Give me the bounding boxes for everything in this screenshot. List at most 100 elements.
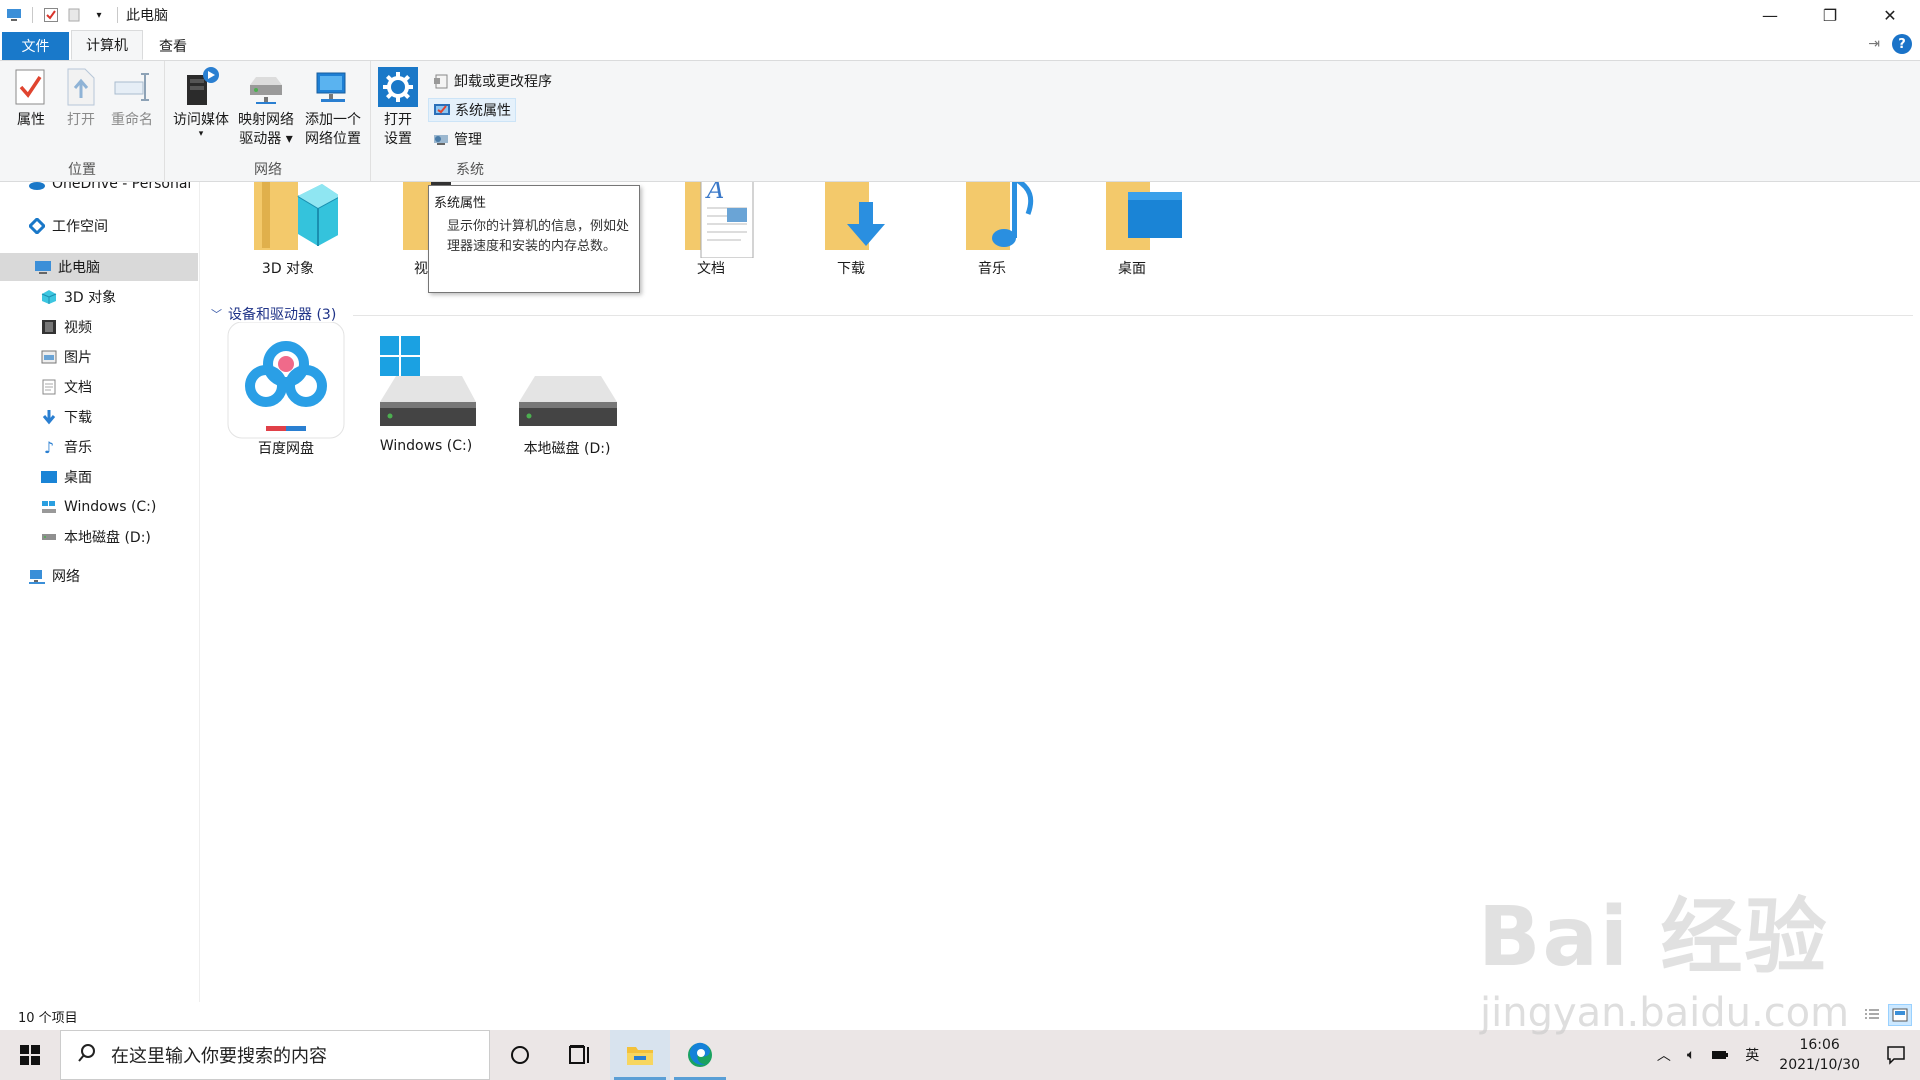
add-location-label-2: 网络位置 [305, 131, 361, 147]
title-bar: ▾ 此电脑 — ❐ ✕ [0, 0, 1920, 30]
folder-tile[interactable]: 音乐 [927, 182, 1057, 278]
3d-objects-icon [40, 288, 58, 306]
edge-icon [688, 1042, 712, 1067]
device-tile[interactable]: 本地磁盘 (D:) [502, 334, 632, 458]
open-settings-button[interactable]: 打开 设置 [378, 67, 418, 149]
details-view-icon[interactable] [1860, 1004, 1884, 1026]
downloads-folder-icon [786, 182, 916, 258]
sidebar-item-drive-d[interactable]: 本地磁盘 (D:) [0, 523, 198, 551]
folder-tile[interactable]: 3D 对象 [223, 182, 353, 278]
settings-gear-icon [378, 67, 418, 107]
sidebar-item-pictures[interactable]: 图片 [0, 343, 198, 371]
windows-drive-icon [361, 334, 491, 430]
folder-label: 下载 [837, 261, 865, 277]
map-drive-label-2: 驱动器 ▾ [239, 131, 293, 147]
access-media-chevron-icon: ▾ [198, 129, 204, 139]
folder-label: 3D 对象 [261, 261, 315, 277]
taskbar-search-input[interactable]: 在这里输入你要搜索的内容 [60, 1030, 490, 1080]
devices-section-header[interactable]: ﹀ 设备和驱动器 (3) [211, 304, 336, 324]
onedrive-icon [28, 182, 46, 193]
help-icon[interactable]: ? [1892, 34, 1912, 54]
sidebar-item-network[interactable]: 网络 [0, 562, 198, 590]
add-location-label-1: 添加一个 [305, 112, 361, 128]
minimize-button[interactable]: — [1740, 0, 1800, 30]
sidebar-item-label: 桌面 [64, 470, 92, 486]
volume-icon[interactable]: 🔈︎ [1679, 1047, 1703, 1063]
new-folder-qat-icon[interactable] [65, 5, 85, 25]
sidebar-item-documents[interactable]: 文档 [0, 373, 198, 401]
search-icon [77, 1043, 97, 1068]
svg-text:A: A [705, 182, 724, 204]
this-pc-app-icon[interactable] [4, 5, 24, 25]
system-properties-button[interactable]: 系统属性 [428, 98, 516, 122]
ribbon-group-network: 访问媒体 ▾ 映射网络 驱动器 ▾ 添加一个 网络位置 网络 [166, 61, 371, 181]
map-network-drive-button[interactable]: 映射网络 驱动器 ▾ [234, 67, 298, 149]
open-icon [61, 67, 101, 107]
tab-file[interactable]: 文件 [2, 32, 69, 60]
edge-taskbar-button[interactable] [670, 1030, 730, 1080]
device-tile[interactable]: Windows (C:) [361, 334, 491, 454]
open-settings-label-1: 打开 [384, 112, 412, 128]
large-icons-view-icon[interactable] [1888, 1004, 1912, 1026]
sidebar-item-label: 图片 [64, 350, 92, 366]
system-properties-tooltip: 系统属性 显示你的计算机的信息，例如处理器速度和安装的内存总数。 [428, 185, 640, 293]
clock-time: 16:06 [1799, 1037, 1840, 1053]
manage-button[interactable]: 管理 [428, 127, 486, 151]
documents-folder-icon: A [646, 182, 776, 258]
add-network-location-button[interactable]: 添加一个 网络位置 [300, 67, 366, 149]
map-drive-label-1: 映射网络 [238, 112, 294, 128]
tab-view[interactable]: 查看 [145, 32, 201, 60]
desktop-icon [40, 468, 58, 486]
sidebar-item-label: 音乐 [64, 440, 92, 456]
divider [353, 315, 1913, 316]
close-button[interactable]: ✕ [1860, 0, 1920, 30]
folder-tile[interactable]: A 文档 [646, 182, 776, 278]
access-media-button[interactable]: 访问媒体 ▾ [170, 67, 232, 139]
device-label: Windows (C:) [379, 438, 473, 454]
baidu-netdisk-icon [221, 322, 351, 439]
sidebar-item-label: OneDrive - Personal [52, 182, 192, 192]
sidebar-item-label: Windows (C:) [64, 499, 157, 515]
chevron-down-icon: ﹀ [211, 308, 222, 321]
sidebar-item-workspace[interactable]: 工作空间 [0, 212, 198, 240]
rename-button[interactable]: 重命名 [106, 67, 158, 130]
properties-button[interactable]: 属性 [8, 67, 54, 130]
rename-label: 重命名 [111, 112, 153, 128]
file-explorer-taskbar-button[interactable] [610, 1030, 670, 1080]
notification-center-icon[interactable] [1872, 1045, 1920, 1065]
pin-ribbon-icon[interactable]: ⇥ [1868, 36, 1880, 52]
cortana-button[interactable] [490, 1030, 550, 1080]
open-button[interactable]: 打开 [60, 67, 102, 130]
properties-qat-icon[interactable] [41, 5, 61, 25]
folder-tile[interactable]: 下载 [786, 182, 916, 278]
ribbon-right-controls: ⇥ ? [1868, 34, 1912, 54]
videos-icon [40, 318, 58, 336]
uninstall-programs-button[interactable]: 卸载或更改程序 [428, 69, 556, 93]
sidebar-item-videos[interactable]: 视频 [0, 313, 198, 341]
tab-computer[interactable]: 计算机 [71, 30, 143, 60]
start-button[interactable] [0, 1030, 60, 1080]
properties-icon [11, 67, 51, 107]
folder-label: 桌面 [1118, 261, 1146, 277]
input-method-indicator[interactable]: 英 [1737, 1045, 1767, 1065]
sidebar-item-music[interactable]: ♪ 音乐 [0, 433, 198, 461]
sidebar-item-3d-objects[interactable]: 3D 对象 [0, 283, 198, 311]
battery-icon[interactable] [1703, 1049, 1737, 1061]
sidebar-item-label: 工作空间 [52, 219, 108, 235]
customize-qat-chevron-icon[interactable]: ▾ [89, 5, 109, 25]
system-properties-label: 系统属性 [455, 103, 511, 119]
device-tile[interactable]: 百度网盘 [221, 322, 351, 458]
sidebar-item-drive-c[interactable]: Windows (C:) [0, 493, 198, 521]
maximize-button[interactable]: ❐ [1800, 0, 1860, 30]
sidebar-item-this-pc[interactable]: 此电脑 [0, 253, 198, 281]
folder-tile[interactable]: 桌面 [1067, 182, 1197, 278]
sidebar-item-onedrive[interactable]: OneDrive - Personal [0, 182, 198, 198]
task-view-button[interactable] [550, 1030, 610, 1080]
sidebar-item-desktop[interactable]: 桌面 [0, 463, 198, 491]
clock[interactable]: 16:06 2021/10/30 [1767, 1035, 1872, 1075]
tooltip-title: 系统属性 [434, 196, 487, 211]
group-label-location: 位置 [68, 162, 96, 178]
show-hidden-icons-chevron-icon[interactable]: ︿ [1649, 1045, 1679, 1065]
sidebar-item-downloads[interactable]: 下载 [0, 403, 198, 431]
status-bar: 10 个项目 [0, 1002, 1920, 1030]
